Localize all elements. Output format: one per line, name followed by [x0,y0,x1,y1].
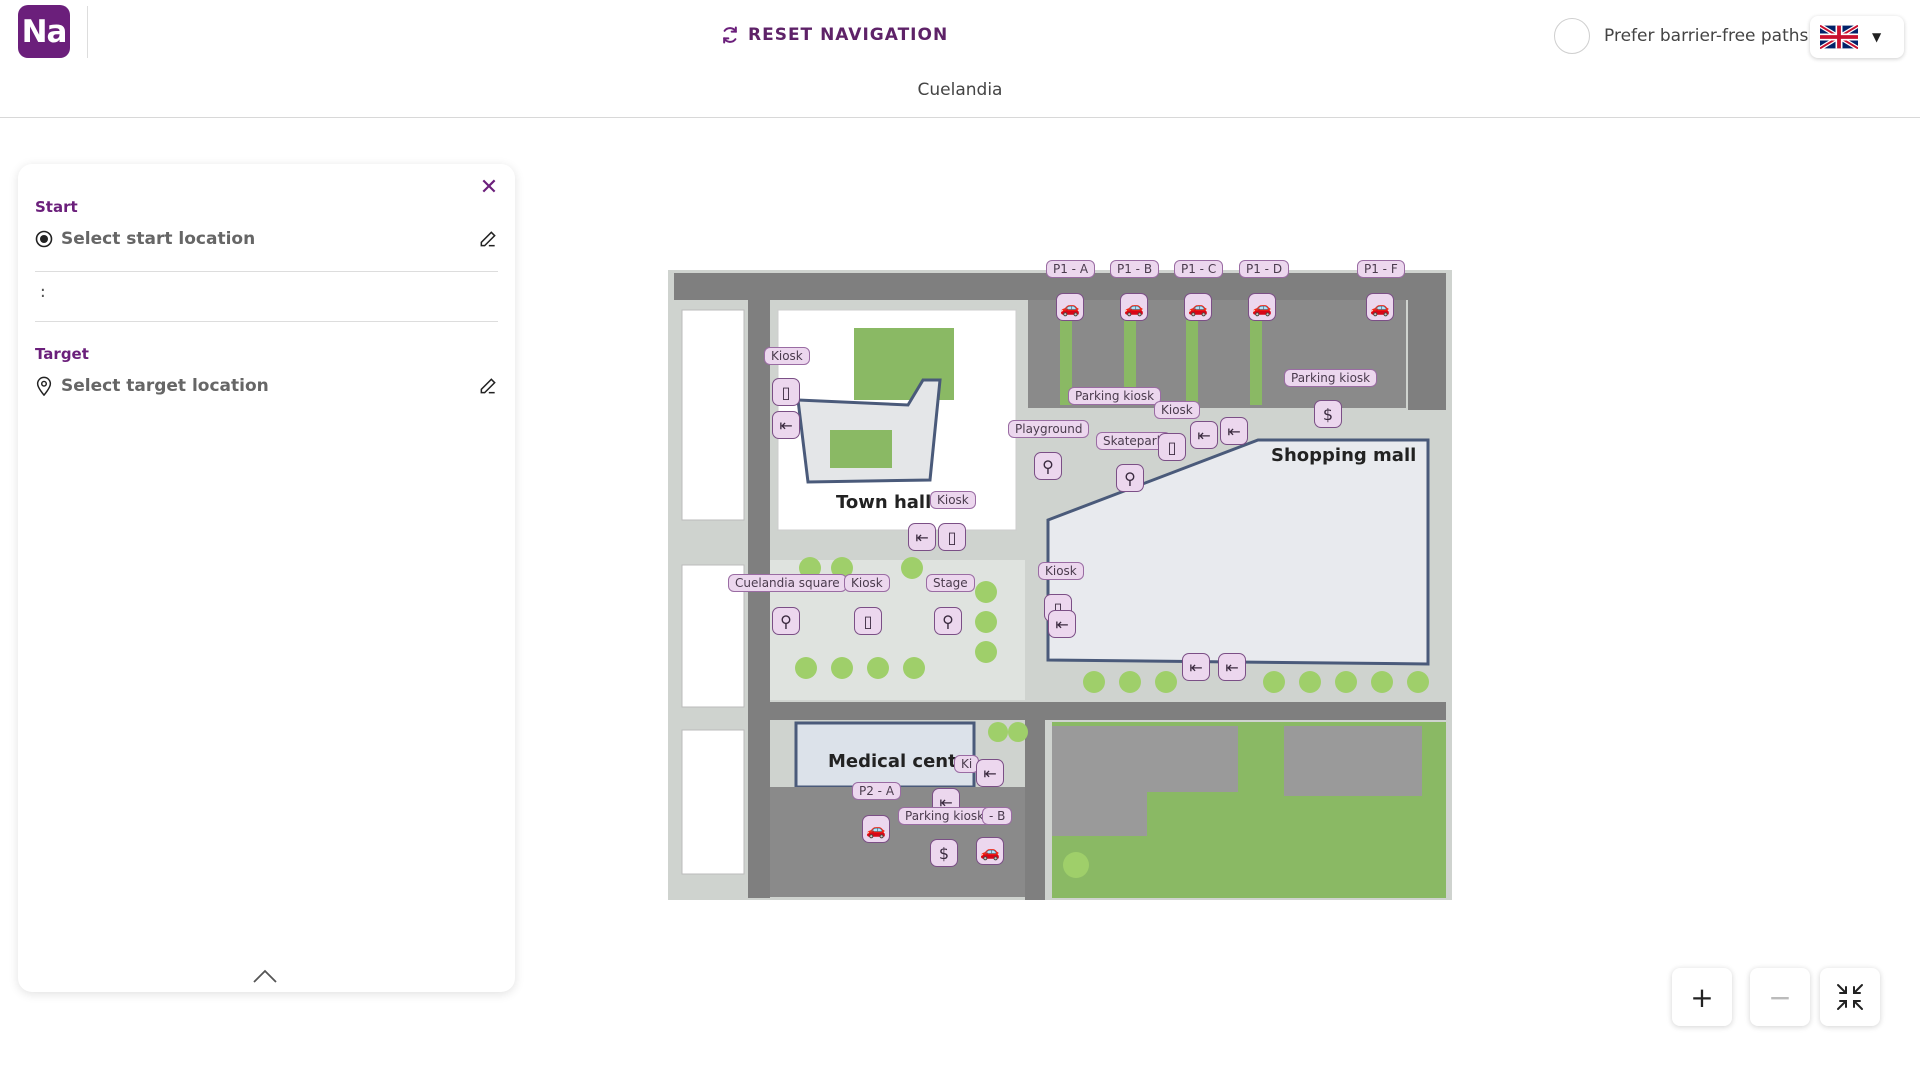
kiosk-icon[interactable]: ▯ [1158,433,1186,461]
poi-label[interactable]: Kiosk [1154,401,1200,419]
start-location-field[interactable]: Select start location [35,224,498,254]
app-logo[interactable]: Na [18,5,70,58]
kiosk-icon[interactable]: ▯ [938,523,966,551]
town-hall-label: Town hall [836,492,932,513]
activity-icon[interactable]: ⚲ [1034,452,1062,480]
poi-label[interactable]: P2 - A [852,782,902,800]
language-selector[interactable]: ▼ [1810,16,1904,58]
car-icon[interactable]: 🚗 [1184,293,1212,321]
poi-label[interactable]: - B [982,807,1013,825]
poi-label[interactable]: P1 - C [1174,260,1224,278]
poi-label[interactable]: Kiosk [1038,562,1084,580]
activity-icon[interactable]: ⚲ [772,607,800,635]
barrier-free-label: Prefer barrier-free paths [1604,26,1809,46]
shopping-mall-label: Shopping mall [1271,445,1417,466]
radio-dot-icon [35,230,53,248]
site-map[interactable]: Town hall Shopping mall Medical center P… [668,260,1452,900]
entrance-icon[interactable]: ⇤ [1182,653,1210,681]
reset-navigation-label: RESET NAVIGATION [748,25,949,45]
entrance-icon[interactable]: ⇤ [1220,417,1248,445]
target-label: Target [35,345,89,363]
collapse-arrows-icon [1837,984,1863,1010]
target-location-field[interactable]: Select target location [35,371,498,401]
entrance-icon[interactable]: ⇤ [1048,610,1076,638]
field-divider [35,271,498,272]
entrance-icon[interactable]: ⇤ [908,523,936,551]
poi-label[interactable]: Stage [926,574,975,592]
kiosk-icon[interactable]: ▯ [854,607,882,635]
dollar-icon[interactable]: $ [1314,400,1342,428]
location-pin-icon [36,376,52,396]
poi-label[interactable]: Kiosk [844,574,890,592]
poi-label[interactable]: Parking kiosk [1284,369,1378,387]
logo-divider [87,6,88,58]
entrance-icon[interactable]: ⇤ [976,759,1004,787]
entrance-icon[interactable]: ⇤ [1190,421,1218,449]
poi-label[interactable]: Kiosk [764,347,810,365]
field-divider [35,321,498,322]
car-icon[interactable]: 🚗 [976,837,1004,865]
car-icon[interactable]: 🚗 [1120,293,1148,321]
route-dots-icon: · · [40,280,46,307]
dollar-icon[interactable]: $ [930,839,958,867]
entrance-icon[interactable]: ⇤ [1218,653,1246,681]
zoom-in-button[interactable]: + [1672,968,1732,1026]
poi-label[interactable]: Parking kiosk [898,807,992,825]
fit-view-button[interactable] [1820,968,1880,1026]
barrier-free-checkbox[interactable] [1554,18,1590,54]
reset-navigation-button[interactable]: RESET NAVIGATION [720,22,948,48]
edit-icon[interactable] [478,376,498,396]
start-placeholder: Select start location [61,229,256,249]
uk-flag-icon [1820,25,1858,49]
close-icon[interactable]: ✕ [477,176,501,200]
chevron-up-icon[interactable] [252,968,278,984]
chevron-down-icon: ▼ [1872,30,1882,44]
barrier-free-toggle[interactable]: Prefer barrier-free paths [1554,18,1808,54]
refresh-icon [723,26,737,44]
car-icon[interactable]: 🚗 [862,815,890,843]
target-placeholder: Select target location [61,376,269,396]
poi-label[interactable]: Kiosk [930,491,976,509]
start-label: Start [35,198,78,216]
poi-label[interactable]: Parking kiosk [1068,387,1162,405]
top-bar: Na RESET NAVIGATION Cuelandia Prefer bar… [0,0,1920,118]
route-panel: ✕ Start Select start location · · Target … [18,164,515,992]
site-name: Cuelandia [917,80,1003,100]
poi-label[interactable]: Cuelandia square [728,574,847,592]
activity-icon[interactable]: ⚲ [1116,464,1144,492]
zoom-out-button[interactable]: − [1750,968,1810,1026]
car-icon[interactable]: 🚗 [1248,293,1276,321]
poi-label[interactable]: P1 - F [1357,260,1405,278]
poi-label[interactable]: P1 - A [1046,260,1096,278]
poi-label[interactable]: P1 - D [1239,260,1290,278]
entrance-icon[interactable]: ⇤ [772,411,800,439]
activity-icon[interactable]: ⚲ [934,607,962,635]
poi-label[interactable]: P1 - B [1110,260,1160,278]
car-icon[interactable]: 🚗 [1366,293,1394,321]
edit-icon[interactable] [478,229,498,249]
car-icon[interactable]: 🚗 [1056,293,1084,321]
kiosk-icon[interactable]: ▯ [772,378,800,406]
poi-label[interactable]: Playground [1008,420,1090,438]
